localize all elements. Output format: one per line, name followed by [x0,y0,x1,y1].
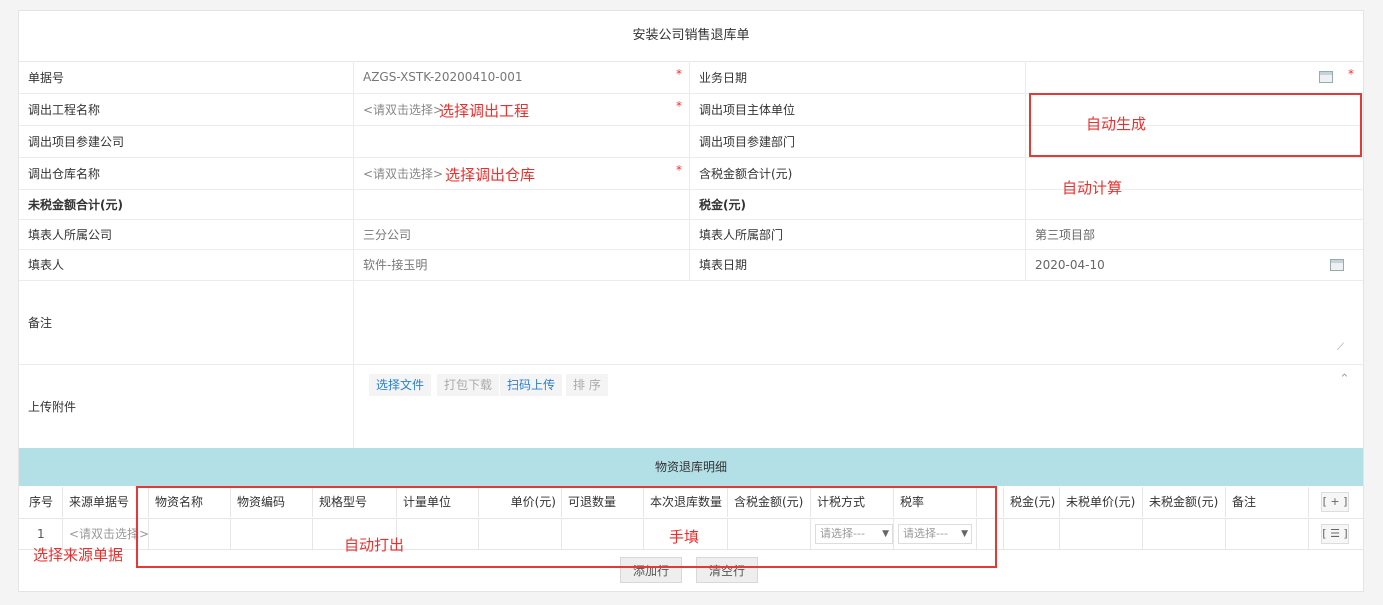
row-notax-price [1060,519,1143,549]
required-mark: * [676,67,682,81]
col-tax: 税金(元) [1004,487,1060,517]
filler-dept-value: 第三项目部 [1035,227,1096,242]
filler-dept-label: 填表人所属部门 [690,219,1026,249]
annotation-auto-generate: 自动生成 [1086,115,1147,133]
remark-row: 备注 ⟋ [19,280,1363,365]
form-row: 填表人 软件-接玉明 填表日期 2020-04-10 [19,249,1363,281]
attach-row: 上传附件 选择文件 打包下载 扫码上传 排 序 ⌃ [19,364,1363,448]
required-mark: * [676,163,682,177]
choose-file-button[interactable]: 选择文件 [369,374,432,396]
annotation-choose-project: 选择调出工程 [439,102,530,120]
out-warehouse-label: 调出仓库名称 [19,157,354,189]
annotation-choose-source: 选择来源单据 [33,546,124,564]
fill-date-label: 填表日期 [690,249,1026,280]
col-notax-price: 未税单价(元) [1060,487,1143,517]
calendar-icon[interactable] [1330,259,1344,271]
out-main-unit-label: 调出项目主体单位 [690,93,1026,125]
remark-textarea[interactable] [354,280,1363,364]
add-column-button[interactable]: [ + ] [1321,492,1349,512]
sort-button[interactable]: 排 序 [566,374,608,396]
remark-label: 备注 [19,280,354,364]
out-dept-label: 调出项目参建部门 [690,125,1026,157]
form-row: 未税金额合计(元) 税金(元) [19,189,1363,220]
filler-company-value: 三分公司 [354,219,690,249]
row-remark[interactable] [1226,519,1309,549]
out-company-value [354,125,690,157]
out-project-label: 调出工程名称 [19,93,354,125]
biz-date-input[interactable] [1026,61,1363,93]
annotation-box-auto-generate [1029,93,1362,157]
row-tax [1004,519,1060,549]
pack-download-button[interactable]: 打包下载 [437,374,500,396]
resize-handle-icon[interactable]: ⟋ [1337,342,1344,353]
filler-company-label: 填表人所属公司 [19,219,354,249]
calendar-icon[interactable] [1319,71,1333,83]
scan-upload-button[interactable]: 扫码上传 [500,374,563,396]
notax-total-value [354,189,690,219]
doc-no-value: AZGS-XSTK-20200410-001 [354,61,690,93]
annotation-box-detail [136,486,997,568]
tax-total-label: 含税金额合计(元) [690,157,1026,189]
annotation-manual: 手填 [669,528,700,546]
filler-label: 填表人 [19,249,354,280]
tax-label: 税金(元) [690,189,1026,219]
col-remark: 备注 [1226,487,1309,517]
form-row: 填表人所属公司 三分公司 填表人所属部门 第三项目部 [19,219,1363,250]
annotation-auto-fill: 自动打出 [344,536,405,554]
chevron-up-icon[interactable]: ⌃ [1339,372,1350,387]
annotation-auto-calc: 自动计算 [1062,179,1123,197]
row-menu-button[interactable]: [ ☰ ] [1321,524,1349,544]
detail-title: 物资退库明细 [19,448,1363,486]
out-company-label: 调出项目参建公司 [19,125,354,157]
col-notax-amount: 未税金额(元) [1143,487,1226,517]
required-mark: * [676,99,682,113]
attach-label: 上传附件 [19,364,354,448]
doc-no-label: 单据号 [19,61,354,93]
fill-date-value[interactable]: 2020-04-10 [1026,249,1363,280]
form-row: 单据号 AZGS-XSTK-20200410-001 * 业务日期 * [19,61,1363,94]
form-row: 调出仓库名称 <请双击选择> * 含税金额合计(元) [19,157,1363,190]
form-title: 安装公司销售退库单 [19,11,1363,62]
row-notax-amount [1143,519,1226,549]
required-mark: * [1348,67,1354,81]
annotation-choose-warehouse: 选择调出仓库 [445,166,536,184]
col-index: 序号 [19,487,63,517]
filler-value: 软件-接玉明 [354,249,690,280]
biz-date-label: 业务日期 [690,61,1026,93]
notax-total-label: 未税金额合计(元) [19,189,354,219]
